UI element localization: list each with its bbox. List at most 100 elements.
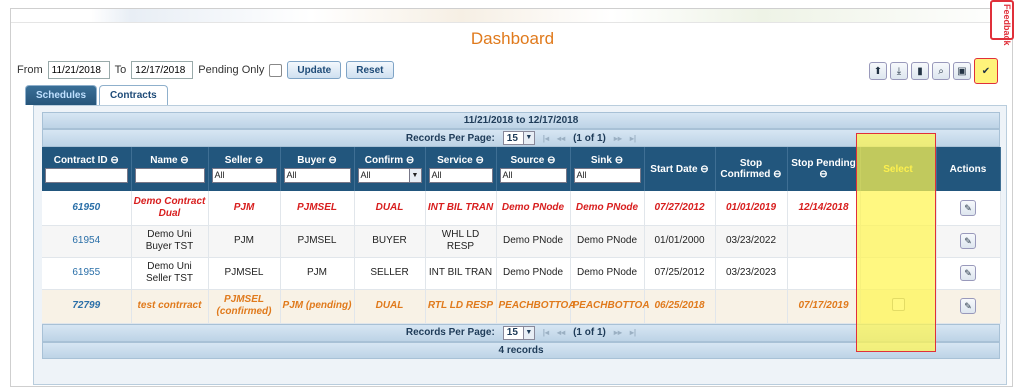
- cell-seller: PJMSEL (confirmed): [208, 289, 281, 324]
- cell-service: WHL LD RESP: [425, 225, 497, 258]
- tab-bar: Schedules Contracts: [25, 85, 168, 105]
- table-row[interactable]: 61950 Demo Contract Dual PJM PJMSEL DUAL…: [42, 191, 1001, 226]
- cell-contract-id[interactable]: 61950: [42, 191, 132, 226]
- cell-stop-pending: 07/17/2019: [787, 289, 861, 324]
- cell-name: Demo Uni Seller TST: [131, 257, 209, 290]
- filter-confirm[interactable]: All ▼: [357, 168, 422, 183]
- col-seller[interactable]: Seller ⊖ All: [208, 147, 281, 191]
- document-icon[interactable]: ▮: [911, 62, 929, 80]
- cell-name: test contrract: [131, 289, 209, 324]
- header-row: Contract ID ⊖ Name ⊖ Seller ⊖ All Buyer ⊖…: [42, 147, 1001, 191]
- filter-buyer[interactable]: All: [283, 168, 351, 183]
- col-name[interactable]: Name ⊖: [131, 147, 209, 191]
- cell-start-date: 07/27/2012: [644, 191, 716, 226]
- update-button[interactable]: Update: [287, 61, 342, 79]
- pager-bottom: Records Per Page: 15 ▼ |◂ ◂◂ (1 of 1) ▸▸ …: [42, 323, 1000, 342]
- feedback-tab[interactable]: Feedback: [990, 0, 1014, 46]
- cell-contract-id[interactable]: 72799: [42, 289, 132, 324]
- select-checkbox[interactable]: [891, 297, 905, 311]
- prev-page-icon[interactable]: ◂◂: [557, 328, 565, 337]
- download-icon[interactable]: ⤓: [890, 62, 908, 80]
- cell-contract-id[interactable]: 61954: [42, 225, 132, 258]
- cell-confirm: DUAL: [354, 289, 426, 324]
- col-stop-confirmed[interactable]: Stop Confirmed ⊖: [715, 147, 788, 191]
- col-select: Select: [860, 147, 937, 191]
- filter-toolbar: From To Pending Only Update Reset: [17, 61, 394, 79]
- save-icon[interactable]: ▣: [953, 62, 971, 80]
- col-contract-id[interactable]: Contract ID ⊖: [42, 147, 132, 191]
- tab-contracts[interactable]: Contracts: [99, 85, 168, 105]
- col-stop-pending[interactable]: Stop Pending ⊖: [787, 147, 861, 191]
- last-page-icon[interactable]: ▸|: [630, 328, 636, 337]
- records-per-page-label: Records Per Page:: [405, 327, 495, 338]
- first-page-icon[interactable]: |◂: [543, 134, 549, 143]
- col-buyer[interactable]: Buyer ⊖ All: [280, 147, 355, 191]
- cell-stop-confirmed: 03/23/2022: [715, 225, 788, 258]
- pending-only-label: Pending Only: [198, 64, 265, 76]
- from-label: From: [17, 64, 43, 76]
- records-per-page-select[interactable]: 15 ▼: [502, 325, 535, 340]
- cell-confirm: DUAL: [354, 191, 426, 226]
- edit-icon[interactable]: ✎: [960, 233, 976, 249]
- col-service[interactable]: Service ⊖ All: [425, 147, 497, 191]
- pending-only-checkbox[interactable]: [269, 63, 283, 77]
- filter-name[interactable]: [134, 168, 205, 183]
- search-icon[interactable]: ⌕: [932, 62, 950, 80]
- date-range-band: 11/21/2018 to 12/17/2018: [42, 112, 1000, 129]
- filter-service[interactable]: All: [428, 168, 493, 183]
- to-date-input[interactable]: [131, 61, 194, 79]
- check-icon[interactable]: ✔: [974, 58, 998, 84]
- filter-source[interactable]: All: [499, 168, 567, 183]
- filter-sink[interactable]: All: [573, 168, 641, 183]
- records-per-page-select[interactable]: 15 ▼: [502, 131, 535, 145]
- arrow-up-icon[interactable]: ⬆: [869, 62, 887, 80]
- edit-icon[interactable]: ✎: [960, 199, 976, 216]
- cell-seller: PJM: [208, 225, 281, 258]
- col-start-date[interactable]: Start Date ⊖: [644, 147, 716, 191]
- edit-icon[interactable]: ✎: [960, 298, 976, 314]
- cell-confirm: SELLER: [354, 257, 426, 290]
- page-title: Dashboard: [470, 29, 555, 48]
- cell-stop-confirmed: [715, 289, 788, 324]
- cell-select: [860, 257, 937, 290]
- table-row[interactable]: 61954 Demo Uni Buyer TST PJM PJMSEL BUYE…: [42, 225, 1001, 258]
- cell-start-date: 07/25/2012: [644, 257, 716, 290]
- from-date-input[interactable]: [47, 61, 110, 79]
- cell-stop-confirmed: 01/01/2019: [715, 191, 788, 226]
- cell-buyer: PJMSEL: [280, 191, 355, 226]
- first-page-icon[interactable]: |◂: [543, 328, 549, 337]
- col-source[interactable]: Source ⊖ All: [496, 147, 571, 191]
- contracts-table: Contract ID ⊖ Name ⊖ Seller ⊖ All Buyer ⊖…: [42, 147, 1001, 324]
- next-page-icon[interactable]: ▸▸: [614, 134, 622, 143]
- filter-contract-id[interactable]: [45, 168, 128, 183]
- cell-start-date: 01/01/2000: [644, 225, 716, 258]
- pager-top: Records Per Page: 15 ▼ |◂ ◂◂ (1 of 1) ▸▸ …: [42, 129, 1000, 147]
- filter-seller[interactable]: All: [211, 168, 277, 183]
- page-info: (1 of 1): [573, 132, 606, 144]
- page-info: (1 of 1): [573, 327, 606, 338]
- cell-select: [860, 289, 937, 324]
- cell-source: PEACHBOTTOA: [496, 289, 576, 324]
- prev-page-icon[interactable]: ◂◂: [557, 134, 565, 143]
- tab-schedules[interactable]: Schedules: [25, 85, 98, 105]
- cell-actions: ✎: [936, 225, 1001, 258]
- cell-contract-id[interactable]: 61955: [42, 257, 132, 290]
- cell-stop-pending: [787, 225, 861, 258]
- next-page-icon[interactable]: ▸▸: [614, 328, 622, 337]
- edit-icon[interactable]: ✎: [960, 265, 976, 281]
- last-page-icon[interactable]: ▸|: [630, 134, 636, 143]
- cell-confirm: BUYER: [354, 225, 426, 258]
- table-row[interactable]: 72799 test contrract PJMSEL (confirmed) …: [42, 289, 1001, 324]
- contracts-panel: 11/21/2018 to 12/17/2018 Records Per Pag…: [33, 105, 1007, 385]
- cell-sink: PEACHBOTTOA: [570, 289, 650, 324]
- reset-button[interactable]: Reset: [346, 61, 394, 79]
- cell-select: [860, 191, 937, 226]
- to-label: To: [114, 64, 127, 76]
- cell-buyer: PJMSEL: [280, 225, 355, 258]
- cell-sink: Demo PNode: [570, 191, 645, 226]
- table-row[interactable]: 61955 Demo Uni Seller TST PJMSEL PJM SEL…: [42, 257, 1001, 290]
- app-frame: Dashboard From To Pending Only Update Re…: [10, 8, 1013, 387]
- col-sink[interactable]: Sink ⊖ All: [570, 147, 645, 191]
- col-confirm[interactable]: Confirm ⊖ All ▼: [354, 147, 426, 191]
- icon-toolbar: ⬆ ⤓ ▮ ⌕ ▣ ✔: [869, 58, 998, 84]
